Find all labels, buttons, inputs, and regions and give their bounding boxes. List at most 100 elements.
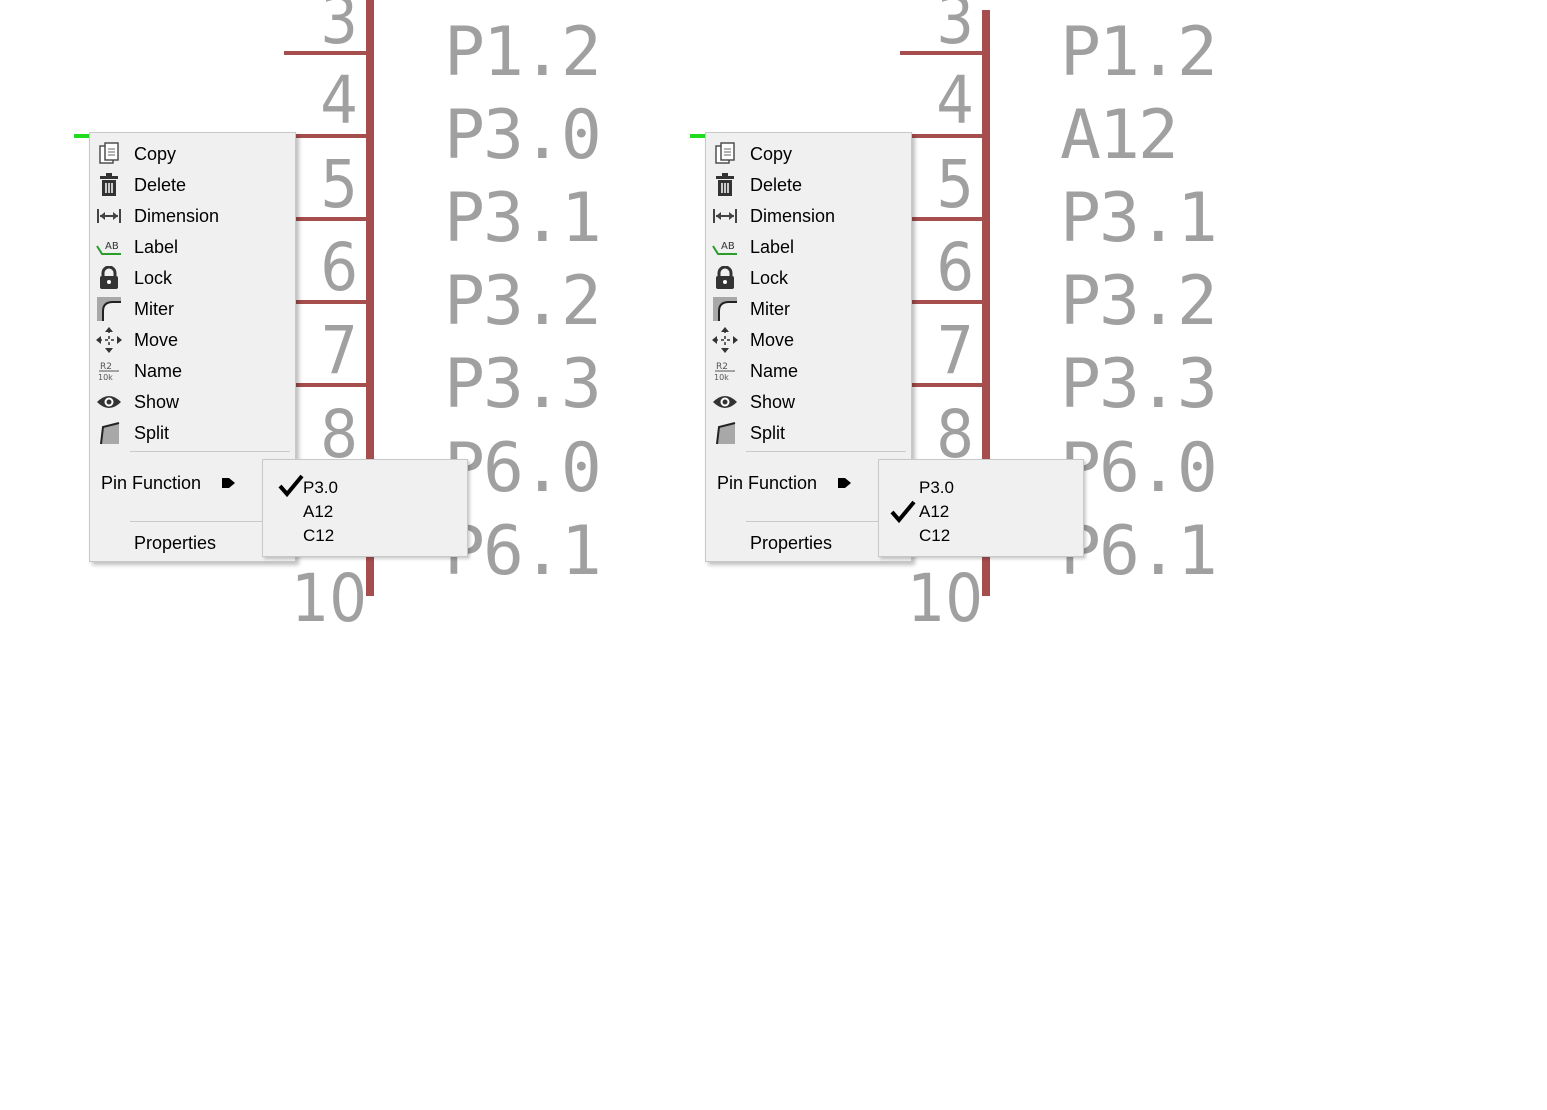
- menu-item-label: Dimension: [134, 205, 220, 226]
- pin-number: 7: [320, 312, 358, 389]
- menu-separator: [746, 451, 906, 452]
- menu-item-pin-function[interactable]: Pin Function: [101, 473, 201, 494]
- menu-item-copy[interactable]: Copy: [96, 139, 292, 169]
- menu-item-label: Dimension: [750, 205, 836, 226]
- menu-item-name[interactable]: R2 10k Name: [96, 356, 292, 386]
- menu-item-delete[interactable]: Delete: [96, 170, 292, 200]
- menu-item-label: Lock: [134, 267, 173, 288]
- name-icon: R2 10k: [96, 358, 122, 384]
- submenu-option-a12[interactable]: A12: [303, 502, 333, 522]
- pin-number: 3: [936, 0, 974, 59]
- submenu-option-a12[interactable]: A12: [919, 502, 949, 522]
- menu-item-properties[interactable]: Properties: [750, 533, 832, 554]
- pin-number: 5: [320, 146, 358, 223]
- schematic-panel-after: 3 4 5 6 7 8 10 P1.2 A12 P3.1 P3.2 P3.3 P…: [616, 0, 1336, 640]
- checkmark-icon: [277, 474, 305, 498]
- menu-item-pin-function[interactable]: Pin Function: [717, 473, 817, 494]
- pin-number: 5: [936, 146, 974, 223]
- pin-number: 7: [936, 312, 974, 389]
- miter-icon: [712, 296, 738, 322]
- menu-item-label: Show: [134, 391, 180, 412]
- menu-item-label: Miter: [134, 298, 174, 319]
- menu-item-show[interactable]: Show: [96, 387, 292, 417]
- svg-text:AB: AB: [721, 241, 735, 252]
- pin-number: 10: [291, 560, 367, 637]
- menu-item-split[interactable]: Split: [712, 418, 908, 448]
- menu-item-label[interactable]: AB Label: [96, 232, 292, 262]
- menu-item-delete[interactable]: Delete: [712, 170, 908, 200]
- lock-icon: [96, 265, 122, 291]
- split-icon: [712, 420, 738, 446]
- copy-icon: [712, 141, 738, 167]
- pin-function-label: A12: [1060, 96, 1179, 175]
- menu-item-label: Copy: [134, 143, 177, 164]
- menu-item-label: Name: [750, 360, 799, 381]
- submenu-option-c12[interactable]: C12: [919, 526, 950, 546]
- menu-item-label: Split: [134, 422, 170, 443]
- move-icon: [96, 327, 122, 353]
- label-icon: AB: [96, 234, 122, 260]
- submenu-option-c12[interactable]: C12: [303, 526, 334, 546]
- menu-item-label: Miter: [750, 298, 790, 319]
- pin-number: 3: [320, 0, 358, 59]
- eye-icon: [96, 389, 122, 415]
- menu-item-properties[interactable]: Properties: [134, 533, 216, 554]
- eye-icon: [712, 389, 738, 415]
- pin-function-label: P3.1: [444, 179, 602, 258]
- menu-item-dimension[interactable]: Dimension: [712, 201, 908, 231]
- pin-number: 4: [320, 62, 358, 139]
- pin-function-label: P3.3: [1060, 345, 1218, 424]
- menu-item-dimension[interactable]: Dimension: [96, 201, 292, 231]
- submenu-arrow-icon: [220, 475, 236, 491]
- pin-function-label: P3.2: [1060, 262, 1218, 341]
- menu-item-label: Name: [134, 360, 183, 381]
- menu-item-lock[interactable]: Lock: [96, 263, 292, 293]
- submenu-option-p3-0[interactable]: P3.0: [303, 478, 338, 498]
- menu-item-miter[interactable]: Miter: [712, 294, 908, 324]
- menu-item-label: Copy: [750, 143, 793, 164]
- svg-text:10k: 10k: [714, 373, 729, 382]
- menu-item-label: Label: [750, 236, 795, 257]
- pin-function-submenu: P3.0 A12 C12: [262, 459, 468, 557]
- menu-item-label: Delete: [134, 174, 187, 195]
- move-icon: [712, 327, 738, 353]
- menu-item-label: Delete: [750, 174, 803, 195]
- pin-number: 6: [936, 229, 974, 306]
- name-icon: R2 10k: [712, 358, 738, 384]
- menu-item-label: Show: [750, 391, 796, 412]
- menu-item-lock[interactable]: Lock: [712, 263, 908, 293]
- menu-item-split[interactable]: Split: [96, 418, 292, 448]
- menu-item-move[interactable]: Move: [96, 325, 292, 355]
- dimension-icon: [712, 203, 738, 229]
- menu-item-label: Label: [134, 236, 179, 257]
- pin-function-label: P3.0: [444, 96, 602, 175]
- miter-icon: [96, 296, 122, 322]
- menu-item-name[interactable]: R2 10k Name: [712, 356, 908, 386]
- menu-item-show[interactable]: Show: [712, 387, 908, 417]
- menu-item-label: Move: [134, 329, 179, 350]
- checkmark-icon: [889, 500, 917, 524]
- submenu-arrow-icon: [836, 475, 852, 491]
- menu-item-label: Lock: [750, 267, 789, 288]
- svg-text:10k: 10k: [98, 373, 113, 382]
- copy-icon: [96, 141, 122, 167]
- split-icon: [96, 420, 122, 446]
- menu-item-label[interactable]: AB Label: [712, 232, 908, 262]
- pin-number: 4: [936, 62, 974, 139]
- trash-icon: [712, 172, 738, 198]
- pin-function-label: P1.2: [444, 13, 602, 92]
- menu-separator: [130, 451, 290, 452]
- pin-function-label: P3.3: [444, 345, 602, 424]
- trash-icon: [96, 172, 122, 198]
- submenu-option-p3-0[interactable]: P3.0: [919, 478, 954, 498]
- pin-function-label: P3.1: [1060, 179, 1218, 258]
- pin-function-submenu: P3.0 A12 C12: [878, 459, 1084, 557]
- label-icon: AB: [712, 234, 738, 260]
- lock-icon: [712, 265, 738, 291]
- menu-item-copy[interactable]: Copy: [712, 139, 908, 169]
- menu-item-miter[interactable]: Miter: [96, 294, 292, 324]
- pin-function-label: P3.2: [444, 262, 602, 341]
- menu-item-move[interactable]: Move: [712, 325, 908, 355]
- dimension-icon: [96, 203, 122, 229]
- pin-number: 10: [907, 560, 983, 637]
